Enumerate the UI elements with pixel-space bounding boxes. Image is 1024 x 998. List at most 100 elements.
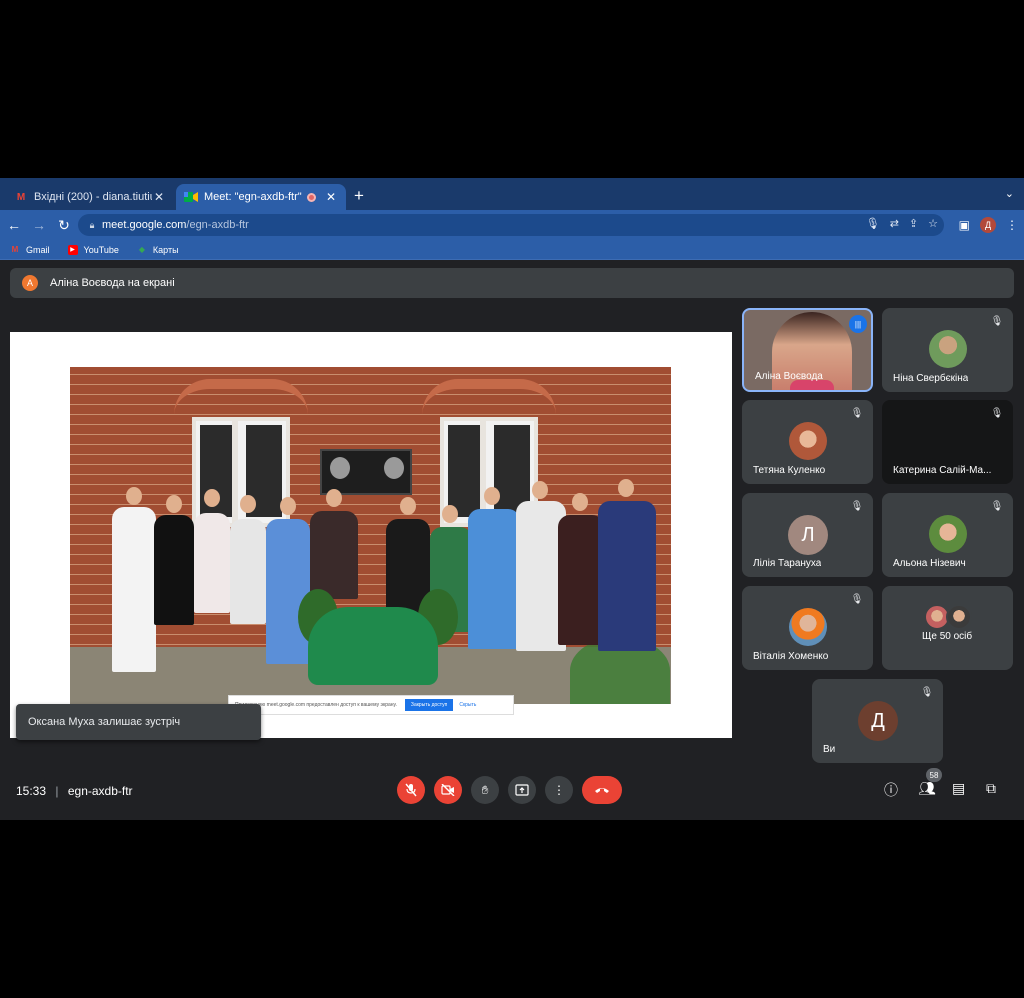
- participant-name: Катерина Салій-Ма...: [893, 465, 992, 476]
- participant-name: Аліна Воєвода: [755, 371, 823, 382]
- info-icon[interactable]: ⓘ: [884, 780, 898, 800]
- participant-tile[interactable]: 🎙︎ Ніна Свербєкіна: [882, 308, 1013, 392]
- mic-off-icon: 🎙︎: [850, 501, 864, 512]
- avatar: [946, 604, 972, 630]
- maps-icon: ◆: [138, 245, 145, 254]
- gmail-icon: M: [16, 191, 26, 203]
- bookmark-label: Gmail: [26, 244, 50, 255]
- tab-strip: M Вхідні (200) - diana.tiutiunnyk ✕ Meet…: [0, 178, 1024, 210]
- participant-name: Альона Нізевич: [893, 558, 966, 569]
- avatar: А: [22, 275, 38, 291]
- tab-title: Meet: "egn-axdb-ftr": [204, 191, 302, 203]
- green-table: [308, 607, 438, 685]
- hand-icon: ✋︎: [481, 782, 489, 797]
- camera-toggle-button[interactable]: [434, 776, 462, 804]
- participant-name: Ви: [823, 744, 836, 755]
- more-options-button[interactable]: ⋮: [545, 776, 573, 804]
- tab-title: Вхідні (200) - diana.tiutiunnyk: [34, 191, 152, 203]
- participant-tile[interactable]: 🎙︎ Катерина Салій-Ма...: [882, 400, 1013, 484]
- hang-up-icon: [595, 788, 609, 793]
- participant-name: Ніна Свербєкіна: [893, 373, 969, 384]
- avatar: [789, 608, 827, 646]
- mic-off-icon: 🎙︎: [990, 501, 1004, 512]
- participant-name: Ще 50 осіб: [922, 631, 973, 642]
- presenting-banner: А Аліна Воєвода на екрані: [10, 268, 1014, 298]
- avatar: Д: [858, 701, 898, 741]
- youtube-icon: ▶: [67, 244, 78, 255]
- participant-name: Тетяна Куленко: [753, 465, 826, 476]
- group-photo: [70, 367, 671, 704]
- toast-text: Оксана Муха залишає зустріч: [28, 716, 181, 728]
- current-time: 15:33: [16, 784, 47, 798]
- tab-gmail[interactable]: M Вхідні (200) - diana.tiutiunnyk ✕: [6, 184, 174, 210]
- camera-off-icon: [441, 784, 455, 796]
- participant-tile[interactable]: 🎙︎ Л Лілія Тарануха: [742, 493, 873, 577]
- audio-wave-icon: |||: [849, 315, 867, 333]
- participant-tile[interactable]: 🎙︎ Віталія Хоменко: [742, 586, 873, 670]
- forward-icon[interactable]: →: [28, 217, 50, 233]
- bookmark-star-icon[interactable]: ☆: [928, 217, 938, 230]
- window-arch: [422, 379, 556, 415]
- bookmark-label: Карты: [152, 244, 179, 255]
- mic-toggle-button[interactable]: [397, 776, 425, 804]
- profile-avatar[interactable]: Д: [980, 217, 996, 233]
- present-button[interactable]: [508, 776, 536, 804]
- participant-tile[interactable]: 🎙︎ Тетяна Куленко: [742, 400, 873, 484]
- self-tile[interactable]: 🎙︎ Д Ви: [812, 679, 943, 763]
- bookmark-youtube[interactable]: ▶ YouTube: [67, 244, 119, 255]
- hide-button[interactable]: Скрыть: [459, 702, 476, 708]
- shared-screen: Приложению meet.google.com предоставлен …: [10, 332, 732, 738]
- present-screen-icon: [515, 784, 529, 796]
- separator: |: [55, 784, 59, 798]
- participant-tile[interactable]: ||| Аліна Воєвода: [742, 308, 873, 392]
- mic-off-icon: 🎙︎: [990, 316, 1004, 327]
- window: [192, 417, 290, 527]
- more-participants-tile[interactable]: Ще 50 осіб: [882, 586, 1013, 670]
- reload-icon[interactable]: ↻: [53, 217, 75, 234]
- microphone-icon[interactable]: 🎙︎: [866, 217, 880, 230]
- tab-meet[interactable]: Meet: "egn-axdb-ftr" ✕: [176, 184, 346, 210]
- leave-call-button[interactable]: [582, 776, 622, 804]
- call-controls-bar: 15:33 | egn-axdb-ftr ✋︎ ⋮ ⓘ 👥︎ 58 ▤ ⧉: [0, 768, 1024, 812]
- chat-icon[interactable]: ▤: [952, 780, 965, 797]
- mic-off-icon: 🎙︎: [920, 687, 934, 698]
- avatar: [929, 330, 967, 368]
- people-icon[interactable]: 👥︎: [918, 780, 936, 797]
- leave-notification: Оксана Муха залишає зустріч: [16, 704, 261, 740]
- screen-share-notice: Приложению meet.google.com предоставлен …: [228, 695, 514, 715]
- menu-icon[interactable]: ⋮: [1006, 218, 1018, 232]
- mic-off-icon: 🎙︎: [850, 594, 864, 605]
- back-icon[interactable]: ←: [3, 217, 25, 233]
- avatar: [929, 515, 967, 553]
- participant-tile[interactable]: 🎙︎ Альона Нізевич: [882, 493, 1013, 577]
- participant-name: Віталія Хоменко: [753, 651, 829, 662]
- close-icon[interactable]: ✕: [324, 190, 338, 204]
- close-icon[interactable]: ✕: [152, 190, 166, 204]
- avatar: [789, 422, 827, 460]
- bookmark-gmail[interactable]: M Gmail: [10, 245, 50, 255]
- lock-icon[interactable]: 🔒︎: [82, 220, 102, 231]
- bookmarks-bar: M Gmail ▶ YouTube ◆ Карты: [0, 240, 1024, 260]
- raise-hand-button[interactable]: ✋︎: [471, 776, 499, 804]
- stop-sharing-button[interactable]: Закрыть доступ: [404, 699, 454, 711]
- mic-off-icon: [405, 783, 417, 797]
- meeting-info-text: 15:33 | egn-axdb-ftr: [16, 784, 133, 798]
- navigation-bar: ← → ↻ 🔒︎ meet.google.com/egn-axdb-ftr 🎙︎…: [0, 210, 1024, 240]
- chevron-down-icon[interactable]: ⌄: [1005, 187, 1014, 200]
- banner-text: Аліна Воєвода на екрані: [50, 277, 175, 289]
- url-host: meet.google.com: [102, 219, 187, 231]
- translate-icon[interactable]: ⇄: [890, 217, 899, 230]
- activities-icon[interactable]: ⧉: [986, 780, 996, 797]
- recording-icon: [307, 192, 316, 202]
- url-path: /egn-axdb-ftr: [186, 219, 249, 231]
- address-bar[interactable]: 🔒︎ meet.google.com/egn-axdb-ftr 🎙︎ ⇄ ⇪ ☆: [78, 214, 944, 236]
- mic-off-icon: 🎙︎: [850, 408, 864, 419]
- meet-icon: [184, 190, 198, 204]
- participants-count-badge: 58: [926, 768, 942, 782]
- window-arch: [174, 379, 308, 415]
- share-icon[interactable]: ⇪: [909, 217, 918, 230]
- side-panel-icon[interactable]: ▣: [959, 218, 970, 232]
- bookmark-maps[interactable]: ◆ Карты: [137, 245, 179, 255]
- more-vert-icon: ⋮: [553, 783, 565, 797]
- new-tab-button[interactable]: +: [354, 186, 364, 206]
